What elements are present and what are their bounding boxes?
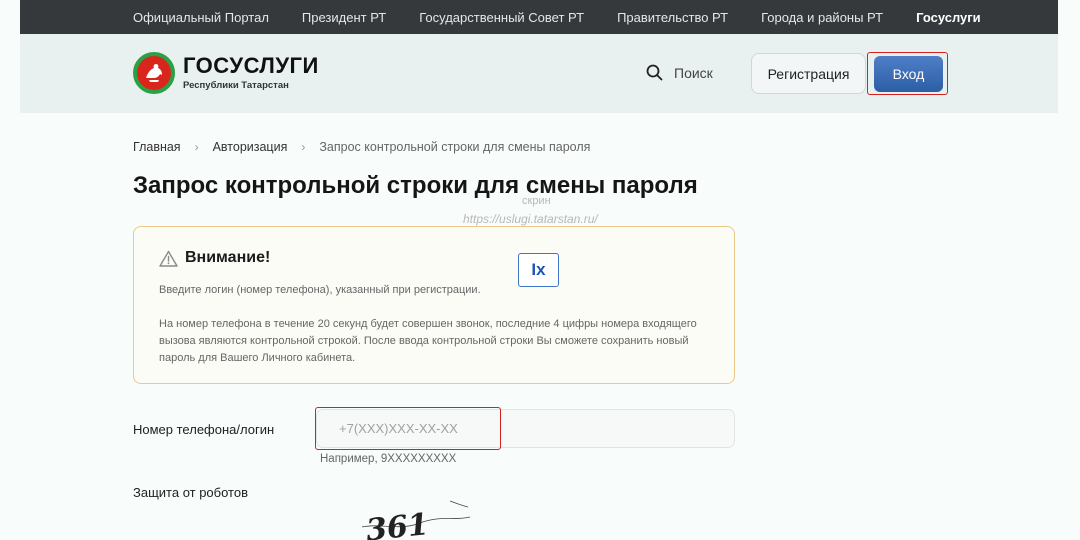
warning-triangle-icon [159,250,178,267]
warning-box: Внимание! Введите логин (номер телефона)… [133,226,735,384]
ix-badge: Ix [518,253,559,287]
login-button[interactable]: Вход [874,56,943,92]
search-label: Поиск [674,64,713,81]
warning-heading: Внимание! [185,249,271,266]
top-nav: Официальный Портал Президент РТ Государс… [133,0,1014,34]
chevron-right-icon: › [194,140,199,154]
phone-field[interactable] [316,409,735,448]
chevron-right-icon: › [301,140,306,154]
captcha-text: 361 [364,507,430,540]
warning-text-2: На номер телефона в течение 20 секунд бу… [159,318,697,364]
top-bar: Официальный Портал Президент РТ Государс… [20,0,1058,34]
topnav-government[interactable]: Правительство РТ [617,10,728,25]
phone-label: Номер телефона/логин [133,422,275,437]
topnav-cities-districts[interactable]: Города и районы РТ [761,10,883,25]
register-button[interactable]: Регистрация [751,53,866,94]
captcha-image: 361 [361,500,471,540]
logo-subtitle: Республики Татарстан [183,80,289,91]
page-title: Запрос контрольной строки для смены паро… [133,172,698,199]
watermark-label: скрин [522,195,551,207]
warning-text-1: Введите логин (номер телефона), указанны… [159,284,481,296]
logo[interactable]: ГОСУСЛУГИ Республики Татарстан [133,52,319,94]
topnav-official-portal[interactable]: Официальный Портал [133,10,269,25]
site-header: ГОСУСЛУГИ Республики Татарстан Поиск Рег… [20,34,1058,113]
breadcrumb: Главная › Авторизация › Запрос контрольн… [133,140,590,154]
topnav-state-council[interactable]: Государственный Совет РТ [419,10,584,25]
breadcrumb-home[interactable]: Главная [133,140,181,154]
topnav-gosuslugi[interactable]: Госуслуги [916,10,981,25]
logo-title: ГОСУСЛУГИ [183,53,319,78]
logo-emblem-icon [133,52,175,94]
topnav-president[interactable]: Президент РТ [302,10,386,25]
breadcrumb-current: Запрос контрольной строки для смены паро… [319,140,591,154]
captcha-label: Защита от роботов [133,485,248,500]
search-icon [646,64,663,81]
search-button[interactable]: Поиск [646,64,713,81]
svg-text:361: 361 [364,507,430,540]
breadcrumb-authorization[interactable]: Авторизация [213,140,288,154]
watermark-url: https://uslugi.tatarstan.ru/ [463,212,598,226]
phone-input[interactable] [339,410,719,447]
phone-hint: Например, 9XXXXXXXXX [320,453,457,465]
